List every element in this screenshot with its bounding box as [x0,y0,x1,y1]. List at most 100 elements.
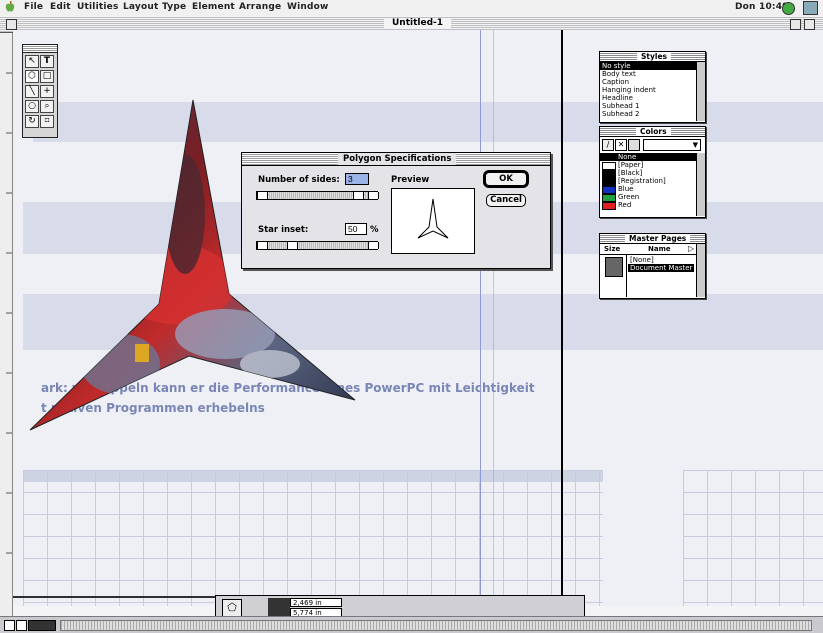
menu-file[interactable]: File [24,2,43,12]
slider-left-arrow-icon[interactable] [257,242,268,249]
menu-type[interactable]: Type [162,2,186,12]
ghost-table-grid [683,470,823,606]
slider-right-arrow-icon[interactable] [368,192,379,199]
style-item[interactable]: Hanging indent [602,86,656,94]
style-item[interactable]: Body text [602,70,636,78]
slider-thumb[interactable] [353,192,364,199]
page-number-icon[interactable] [28,620,56,631]
menu-element[interactable]: Element [192,2,235,12]
fill-color-icon[interactable]: ✕ [615,139,627,151]
tint-dropdown[interactable]: ▼ [643,139,701,151]
zoom-box-icon[interactable] [790,19,801,30]
master-pages-scrollbar[interactable] [696,244,705,297]
menu-arrange[interactable]: Arrange [239,2,281,12]
polygon-tool-icon[interactable]: ⬡ [25,70,39,83]
menu-window[interactable]: Window [287,2,329,12]
chevron-down-icon: ▼ [692,141,698,149]
collapse-box-icon[interactable] [804,19,815,30]
cancel-button[interactable]: Cancel [486,194,526,207]
polygon-specifications-dialog: Polygon Specifications Number of sides: … [241,152,551,269]
color-swatch [602,162,616,170]
style-item-selected[interactable]: No style [600,62,696,70]
master-pages-palette: Master Pages Size Name ▷ [None] Document… [599,233,706,299]
palette-menu-icon[interactable]: ▷ [688,244,694,253]
colors-palette-title: Colors [636,127,671,136]
slider-right-arrow-icon[interactable] [368,242,379,249]
color-swatch [602,194,616,202]
color-item[interactable]: [Paper] [618,161,643,169]
application-menu-icon[interactable] [803,1,818,15]
text-tool-icon[interactable]: T [40,55,54,68]
rotate-tool-icon[interactable]: ↻ [25,115,39,128]
color-item[interactable]: Red [618,201,631,209]
color-swatch [602,178,616,186]
sides-input[interactable] [345,173,369,185]
menu-edit[interactable]: Edit [50,2,71,12]
vertical-ruler[interactable] [0,33,13,623]
style-item[interactable]: Subhead 1 [602,102,639,110]
help-icon[interactable] [782,2,795,15]
color-item[interactable]: Blue [618,185,634,193]
master-page-item[interactable]: [None] [630,256,654,264]
toolbox-palette[interactable]: ↖ T ⬡ □ ╲ + ○ ⌕ ↻ ⌗ [22,44,58,138]
ok-button[interactable]: OK [484,171,528,187]
line-color-icon[interactable]: ∕ [602,139,614,151]
styles-scrollbar[interactable] [696,62,705,121]
color-name: None [618,153,637,161]
both-color-icon[interactable] [628,139,640,151]
slider-left-arrow-icon[interactable] [257,192,268,199]
color-item-selected[interactable]: None [600,153,696,161]
column-header-name[interactable]: Name [648,245,671,253]
column-guide[interactable] [493,30,494,606]
column-header-size[interactable]: Size [604,245,620,253]
reference-point-icon[interactable] [268,598,290,617]
ellipse-tool-icon[interactable]: ○ [25,100,39,113]
color-swatch [602,202,616,210]
zoom-tool-icon[interactable]: ⌕ [40,100,54,113]
line-tool-icon[interactable]: ╲ [25,85,39,98]
crop-tool-icon[interactable]: ⌗ [40,115,54,128]
color-swatch [602,186,616,194]
master-page-item-selected[interactable]: Document Master [628,264,695,272]
style-item[interactable]: Headline [602,94,633,102]
menu-utilities[interactable]: Utilities [77,2,119,12]
close-box-icon[interactable] [6,19,17,30]
scroll-track[interactable] [60,620,812,631]
master-pages-title: Master Pages [625,234,691,243]
menu-bar: File Edit Utilities Layout Type Element … [0,0,823,17]
color-swatch [602,170,616,178]
page-left-icon[interactable] [4,620,15,631]
horizontal-scrollbar[interactable] [0,616,823,633]
page-right-icon[interactable] [16,620,27,631]
style-item[interactable]: Caption [602,78,629,86]
star-inset-slider[interactable] [256,241,379,250]
x-position-field[interactable]: 2,469 in [290,598,342,607]
x-position-value: 2,469 in [293,599,322,607]
rectangle-tool-icon[interactable]: □ [40,70,54,83]
header-divider [600,254,696,255]
percent-label: % [370,225,379,235]
sides-slider[interactable] [256,191,379,200]
slider-thumb[interactable] [287,242,298,249]
style-item[interactable]: Subhead 2 [602,110,639,118]
ghost-table-grid [23,470,603,606]
styles-palette-title: Styles [637,52,671,61]
colors-scrollbar[interactable] [696,153,705,216]
star-inset-input[interactable] [345,223,367,235]
preview-label: Preview [391,175,430,185]
apple-menu-icon[interactable] [5,1,15,13]
dialog-title: Polygon Specifications [338,153,457,165]
color-item[interactable]: [Black] [618,169,642,177]
ghost-table-header [23,470,603,482]
sides-label: Number of sides: [258,175,340,185]
menu-layout[interactable]: Layout [123,2,159,12]
pointer-tool-icon[interactable]: ↖ [25,55,39,68]
column-guide[interactable] [480,30,481,606]
color-item[interactable]: Green [618,193,639,201]
column-divider [626,254,627,297]
color-item[interactable]: [Registration] [618,177,666,185]
preview-box [391,188,475,254]
constrained-line-tool-icon[interactable]: + [40,85,54,98]
master-page-thumbnail-icon[interactable] [605,257,623,277]
toolbox-title-bar[interactable] [23,45,57,53]
